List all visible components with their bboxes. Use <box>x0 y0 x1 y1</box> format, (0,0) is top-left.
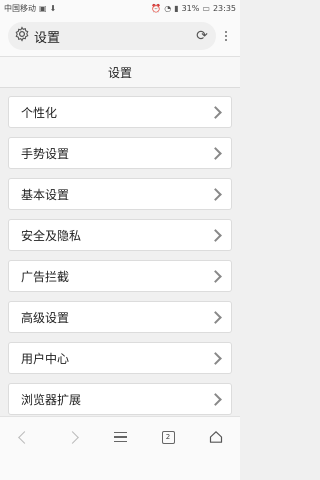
browser-toolbar: 2 <box>0 416 240 457</box>
settings-item-label: 基本设置 <box>21 187 70 202</box>
alarm-icon: ⏰ <box>151 3 162 13</box>
chevron-right-icon <box>209 105 222 119</box>
home-button[interactable] <box>204 425 228 449</box>
image-notification-icon: ▣ <box>39 3 47 13</box>
settings-item-label: 安全及隐私 <box>21 228 82 243</box>
address-field[interactable]: 设置 ⟳ <box>8 22 216 50</box>
chevron-right-icon <box>209 269 222 283</box>
overflow-menu-icon[interactable] <box>220 31 232 41</box>
chevron-right-icon <box>209 187 222 201</box>
settings-item-label: 个性化 <box>21 105 58 120</box>
wifi-icon: ◔ <box>164 3 172 13</box>
settings-item-label: 用户中心 <box>21 351 70 366</box>
hamburger-icon <box>113 431 127 443</box>
battery-icon: ▭ <box>202 3 210 13</box>
menu-button[interactable] <box>108 425 132 449</box>
download-icon: ⬇ <box>49 3 57 13</box>
settings-item-advanced[interactable]: 高级设置 <box>8 301 232 333</box>
chevron-right-icon <box>209 392 222 406</box>
chevron-right-icon <box>65 430 79 444</box>
page-title: 设置 <box>0 56 240 88</box>
settings-list: 个性化 手势设置 基本设置 安全及隐私 广告拦截 高级设置 用户中心 浏览器扩展 <box>8 96 232 424</box>
settings-item-label: 手势设置 <box>21 146 70 161</box>
address-bar: 设置 ⟳ <box>0 16 240 56</box>
chevron-left-icon <box>17 430 31 444</box>
back-button[interactable] <box>12 425 36 449</box>
gear-icon <box>14 26 30 46</box>
settings-item-label: 广告拦截 <box>21 269 70 284</box>
settings-item-label: 高级设置 <box>21 310 70 325</box>
address-title: 设置 <box>34 30 61 46</box>
settings-item-security-privacy[interactable]: 安全及隐私 <box>8 219 232 251</box>
clock-time: 23:35 <box>212 3 236 13</box>
battery-percent: 31% <box>181 3 200 13</box>
settings-item-basic[interactable]: 基本设置 <box>8 178 232 210</box>
settings-item-label: 浏览器扩展 <box>21 392 82 407</box>
chevron-right-icon <box>209 310 222 324</box>
home-icon <box>209 431 223 443</box>
status-bar: 中国移动 ▣ ⬇ ⏰ ◔ ▮ 31% ▭ 23:35 <box>0 0 240 16</box>
settings-item-user-center[interactable]: 用户中心 <box>8 342 232 374</box>
tab-count: 2 <box>161 430 175 444</box>
settings-item-gestures[interactable]: 手势设置 <box>8 137 232 169</box>
chevron-right-icon <box>209 146 222 160</box>
chevron-right-icon <box>209 351 222 365</box>
chevron-right-icon <box>209 228 222 242</box>
settings-item-personalization[interactable]: 个性化 <box>8 96 232 128</box>
settings-item-ad-block[interactable]: 广告拦截 <box>8 260 232 292</box>
reload-icon[interactable]: ⟳ <box>194 28 210 44</box>
signal-icon: ▮ <box>174 3 179 13</box>
settings-item-extensions[interactable]: 浏览器扩展 <box>8 383 232 415</box>
system-nav-area <box>0 456 240 480</box>
carrier-label: 中国移动 <box>4 3 36 13</box>
forward-button[interactable] <box>60 425 84 449</box>
tabs-button[interactable]: 2 <box>156 425 180 449</box>
